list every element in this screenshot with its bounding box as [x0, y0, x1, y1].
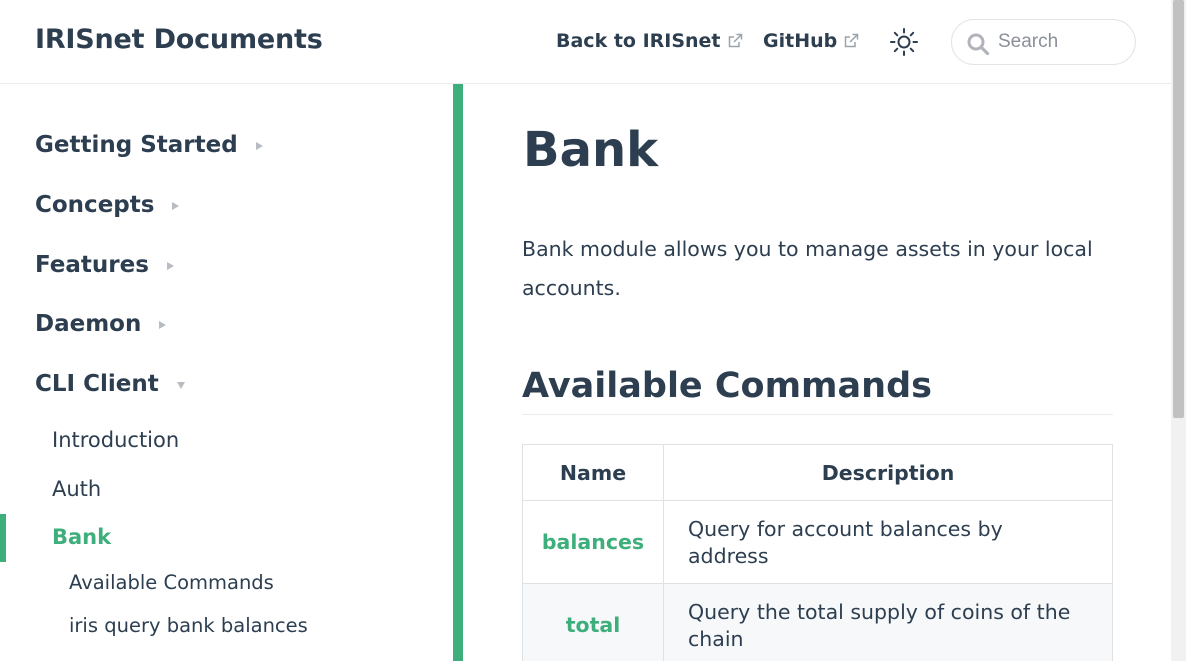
sidebar-section-concepts[interactable]: Concepts: [35, 192, 180, 218]
sidebar-item-introduction[interactable]: Introduction: [52, 428, 179, 452]
search-input[interactable]: [998, 29, 1123, 55]
sidebar-section-label: Getting Started: [35, 132, 238, 158]
scrollbar-thumb[interactable]: [1173, 0, 1184, 418]
search-box[interactable]: [951, 19, 1136, 65]
external-link-icon: [844, 33, 859, 48]
sun-icon: [890, 28, 918, 56]
theme-toggle-button[interactable]: [888, 26, 920, 58]
back-to-irisnet-link[interactable]: Back to IRISnet: [556, 30, 743, 52]
command-link-total[interactable]: total: [566, 613, 621, 637]
sidebar-subitem-available-commands[interactable]: Available Commands: [69, 571, 274, 594]
page-title: Bank: [523, 122, 659, 178]
back-to-irisnet-label: Back to IRISnet: [556, 30, 721, 52]
command-name-cell: total: [522, 583, 664, 661]
main-content: Bank Bank module allows you to manage as…: [463, 84, 1171, 661]
commands-table: Name Description balances Query for acco…: [522, 444, 1113, 661]
sidebar-item-auth[interactable]: Auth: [52, 477, 101, 501]
chevron-right-icon: [159, 321, 167, 329]
sidebar-subitem-iris-query-bank-balances[interactable]: iris query bank balances: [69, 614, 308, 637]
chevron-right-icon: [166, 262, 174, 270]
command-description: Query for account balances by address: [663, 500, 1113, 584]
sidebar-section-label: Concepts: [35, 192, 155, 218]
chevron-right-icon: [255, 142, 263, 150]
command-link-balances[interactable]: balances: [542, 530, 644, 554]
sidebar-section-label: Features: [35, 252, 149, 278]
github-label: GitHub: [763, 30, 838, 52]
sidebar-divider: [453, 84, 463, 661]
sidebar-section-getting-started[interactable]: Getting Started: [35, 132, 263, 158]
sidebar-section-label: Daemon: [35, 311, 142, 337]
search-icon: [967, 33, 990, 56]
active-item-indicator: [0, 514, 6, 562]
command-name-cell: balances: [522, 500, 664, 584]
sidebar-section-label: CLI Client: [35, 371, 159, 397]
navbar: IRISnet Documents Back to IRISnet GitHub: [0, 0, 1171, 84]
sidebar-section-cli-client[interactable]: CLI Client: [35, 371, 185, 397]
table-row: balances Query for account balances by a…: [522, 500, 1113, 584]
intro-paragraph: Bank module allows you to manage assets …: [522, 237, 1093, 300]
section-heading: Available Commands: [522, 366, 1113, 415]
external-link-icon: [728, 33, 742, 48]
github-link[interactable]: GitHub: [763, 30, 859, 52]
chevron-right-icon: [172, 202, 180, 210]
table-row: total Query the total supply of coins of…: [522, 583, 1113, 661]
sidebar: Getting Started Concepts Features Daemon…: [0, 84, 453, 661]
command-description: Query the total supply of coins of the c…: [663, 583, 1113, 661]
sidebar-section-daemon[interactable]: Daemon: [35, 311, 167, 337]
sidebar-item-bank[interactable]: Bank: [52, 525, 111, 549]
chevron-down-icon: [176, 382, 185, 389]
site-title[interactable]: IRISnet Documents: [35, 24, 323, 55]
sidebar-section-features[interactable]: Features: [35, 252, 174, 278]
table-header-name: Name: [522, 444, 664, 501]
table-header-description: Description: [663, 444, 1113, 501]
